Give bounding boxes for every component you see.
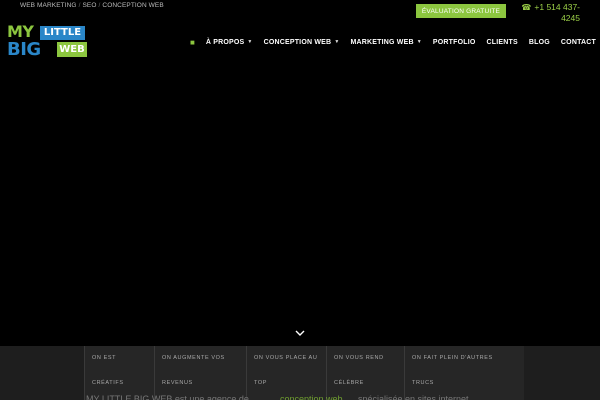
- feature-line1: ON EST: [92, 355, 117, 361]
- feature-line2: CRÉATIFS: [92, 380, 124, 386]
- logo-web: WEB: [57, 42, 87, 57]
- logo-little: LITTLE: [40, 26, 85, 40]
- nav-item-a-propos[interactable]: À PROPOS ▼: [206, 39, 253, 46]
- phone-link[interactable]: ☎ +1 514 437-4245: [520, 2, 580, 23]
- nav-item-conception-web[interactable]: CONCEPTION WEB ▼: [264, 39, 340, 46]
- top-bar: WEB MARKETING / SEO / CONCEPTION WEB: [0, 0, 600, 16]
- feature-tab-top[interactable]: ON VOUS PLACE AU TOP: [246, 346, 326, 400]
- feature-line1: ON AUGMENTE VOS: [162, 355, 225, 361]
- main-nav: ■ À PROPOS ▼ CONCEPTION WEB ▼ MARKETING WE…: [190, 34, 600, 50]
- nav-item-label: CONTACT: [560, 38, 597, 46]
- feature-line2: REVENUS: [162, 380, 193, 386]
- nav-item-contact[interactable]: CONTACT: [561, 39, 596, 46]
- phone-number: +1 514 437-4245: [534, 2, 580, 23]
- feature-line2: TRUCS: [412, 380, 434, 386]
- nav-item-label: CLIENTS: [486, 38, 518, 46]
- free-evaluation-button[interactable]: ÉVALUATION GRATUITE: [416, 4, 506, 18]
- feature-line1: ON VOUS REND: [334, 355, 384, 361]
- feature-tab-revenus[interactable]: ON AUGMENTE VOS REVENUS: [154, 346, 246, 400]
- nav-item-label: MARKETING WEB: [350, 38, 414, 46]
- nav-item-label: PORTFOLIO: [432, 38, 476, 46]
- chevron-down-icon: ▼: [416, 39, 422, 45]
- breadcrumb: WEB MARKETING / SEO / CONCEPTION WEB: [20, 2, 164, 9]
- feature-line2: TOP: [254, 380, 268, 386]
- logo-big: BIG: [7, 39, 41, 60]
- intro-text-peek: MY LITTLE BIG WEB est une agence de: [86, 394, 249, 400]
- phone-icon: ☎: [521, 3, 532, 12]
- nav-item-label: BLOG: [528, 38, 550, 46]
- intro-text-peek-right: spécialisée en sites internet: [358, 394, 469, 400]
- feature-tab-creatifs[interactable]: ON EST CRÉATIFS: [84, 346, 154, 400]
- nav-item-label: CONCEPTION WEB: [263, 38, 332, 46]
- features-band: ON EST CRÉATIFS ON AUGMENTE VOS REVENUS …: [0, 346, 600, 400]
- breadcrumb-web-marketing[interactable]: WEB MARKETING: [20, 2, 77, 9]
- nav-item-portfolio[interactable]: PORTFOLIO: [433, 39, 476, 46]
- chevron-down-icon[interactable]: [294, 328, 306, 338]
- nav-item-marketing-web[interactable]: MARKETING WEB ▼: [350, 39, 421, 46]
- breadcrumb-separator: /: [78, 2, 81, 9]
- feature-tab-celebre[interactable]: ON VOUS REND CÉLÈBRE: [326, 346, 404, 400]
- feature-line1: ON VOUS PLACE AU: [254, 355, 318, 361]
- nav-item-clients[interactable]: CLIENTS: [487, 39, 518, 46]
- logo-my: MY: [7, 22, 34, 41]
- feature-tab-trucs[interactable]: ON FAIT PLEIN D'AUTRES TRUCS: [404, 346, 524, 400]
- feature-line2: CÉLÈBRE: [334, 380, 364, 386]
- site-logo[interactable]: MY LITTLE BIG WEB: [7, 23, 87, 59]
- chevron-down-icon: ▼: [247, 39, 253, 45]
- chevron-down-icon: ▼: [334, 39, 340, 45]
- breadcrumb-separator: /: [98, 2, 101, 9]
- intro-link-peek[interactable]: conception web: [280, 394, 346, 400]
- breadcrumb-seo[interactable]: SEO: [82, 2, 96, 9]
- breadcrumb-conception-web[interactable]: CONCEPTION WEB: [102, 2, 163, 9]
- home-icon[interactable]: ■: [190, 38, 195, 47]
- hero-section: [0, 60, 600, 346]
- nav-item-label: À PROPOS: [205, 38, 245, 46]
- feature-line1: ON FAIT PLEIN D'AUTRES: [412, 355, 493, 361]
- nav-item-blog[interactable]: BLOG: [529, 39, 550, 46]
